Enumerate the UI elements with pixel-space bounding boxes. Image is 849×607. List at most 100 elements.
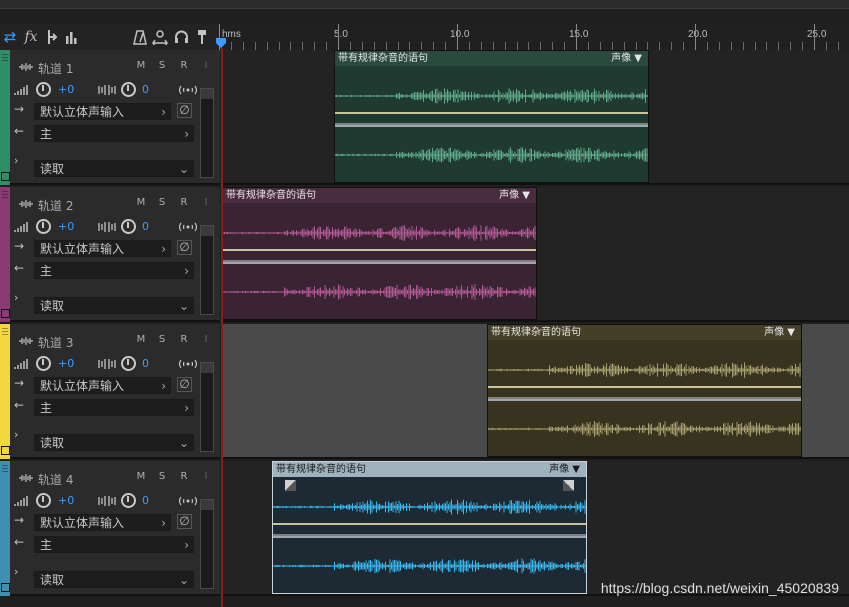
fade-in-handle[interactable]: [285, 480, 296, 491]
volume-knob[interactable]: [36, 493, 51, 508]
record-arm-button[interactable]: R: [178, 197, 190, 208]
input-select[interactable]: 默认立体声输入 ›: [34, 514, 171, 531]
track-name[interactable]: 轨道 1: [38, 60, 73, 77]
track-lane[interactable]: 带有规律杂音的语句 声像 ▼: [222, 461, 849, 596]
track-color-strip[interactable]: [0, 187, 10, 322]
volume-knob[interactable]: [36, 219, 51, 234]
pan-knob[interactable]: [121, 219, 136, 234]
volume-envelope-line[interactable]: [488, 386, 801, 388]
track-name[interactable]: 轨道 2: [38, 197, 73, 214]
audio-clip[interactable]: 带有规律杂音的语句 声像 ▼: [487, 324, 802, 457]
clip-header[interactable]: 带有规律杂音的语句 声像 ▼: [223, 188, 536, 203]
track-lane[interactable]: 带有规律杂音的语句 声像 ▼: [222, 50, 849, 185]
volume-knob[interactable]: [36, 82, 51, 97]
clip-pan-menu[interactable]: 声像 ▼: [611, 51, 642, 66]
volume-envelope-line[interactable]: [335, 112, 648, 114]
loop-icon[interactable]: ⇄: [2, 27, 18, 47]
mute-button[interactable]: M: [135, 334, 147, 345]
volume-value[interactable]: +0: [58, 357, 74, 370]
clip-header[interactable]: 带有规律杂音的语句 声像 ▼: [335, 51, 648, 66]
phase-invert-button[interactable]: ∅: [177, 240, 192, 255]
input-monitor-button[interactable]: I: [200, 334, 212, 345]
track-color-strip[interactable]: [0, 50, 10, 185]
volume-value[interactable]: +0: [58, 494, 74, 507]
pan-knob[interactable]: [121, 356, 136, 371]
pan-envelope-line[interactable]: [488, 399, 801, 401]
meter-icon[interactable]: [64, 27, 80, 47]
volume-envelope-line[interactable]: [273, 523, 586, 525]
track-drag-grip[interactable]: [2, 191, 8, 199]
pan-value[interactable]: 0: [142, 494, 149, 507]
track-color-swatch[interactable]: [1, 172, 10, 181]
clip-pan-menu[interactable]: 声像 ▼: [549, 462, 580, 477]
fade-out-handle[interactable]: [563, 480, 574, 491]
track-color-swatch[interactable]: [1, 583, 10, 592]
pan-value[interactable]: 0: [142, 83, 149, 96]
expand-icon[interactable]: ›: [14, 428, 18, 441]
track-color-strip[interactable]: [0, 461, 10, 596]
solo-button[interactable]: S: [156, 471, 168, 482]
volume-knob[interactable]: [36, 356, 51, 371]
pan-value[interactable]: 0: [142, 357, 149, 370]
track-drag-grip[interactable]: [2, 328, 8, 336]
volume-value[interactable]: +0: [58, 220, 74, 233]
phase-invert-button[interactable]: ∅: [177, 377, 192, 392]
mute-button[interactable]: M: [135, 471, 147, 482]
output-select[interactable]: 主 ›: [34, 399, 194, 416]
input-select[interactable]: 默认立体声输入 ›: [34, 240, 171, 257]
track-name[interactable]: 轨道 3: [38, 334, 73, 351]
pan-value[interactable]: 0: [142, 220, 149, 233]
track-lane[interactable]: 带有规律杂音的语句 声像 ▼: [222, 187, 849, 322]
solo-button[interactable]: S: [156, 197, 168, 208]
clip-header[interactable]: 带有规律杂音的语句 声像 ▼: [488, 325, 801, 340]
playhead-handle[interactable]: [216, 38, 226, 48]
volume-value[interactable]: +0: [58, 83, 74, 96]
pan-knob[interactable]: [121, 493, 136, 508]
mute-button[interactable]: M: [135, 197, 147, 208]
track-name[interactable]: 轨道 4: [38, 471, 73, 488]
input-select[interactable]: 默认立体声输入 ›: [34, 377, 171, 394]
solo-button[interactable]: S: [156, 60, 168, 71]
pin-icon[interactable]: [195, 27, 209, 47]
output-select[interactable]: 主 ›: [34, 262, 194, 279]
input-monitor-button[interactable]: I: [200, 471, 212, 482]
routing-icon[interactable]: [44, 27, 60, 47]
audio-clip[interactable]: 带有规律杂音的语句 声像 ▼: [222, 187, 537, 320]
output-select[interactable]: 主 ›: [34, 536, 194, 553]
pan-envelope-line[interactable]: [223, 262, 536, 264]
automation-mode-select[interactable]: 读取 ⌄: [34, 297, 194, 314]
clip-pan-menu[interactable]: 声像 ▼: [764, 325, 795, 340]
pan-envelope-line[interactable]: [273, 536, 586, 538]
fx-icon[interactable]: fx: [22, 27, 40, 47]
track-color-swatch[interactable]: [1, 446, 10, 455]
pan-envelope-line[interactable]: [335, 125, 648, 127]
time-ruler[interactable]: hms 5.0 10.0 15.0 20.0 25.0: [219, 24, 849, 51]
phase-invert-button[interactable]: ∅: [177, 514, 192, 529]
record-arm-button[interactable]: R: [178, 60, 190, 71]
expand-icon[interactable]: ›: [14, 154, 18, 167]
audio-clip[interactable]: 带有规律杂音的语句 声像 ▼: [334, 50, 649, 183]
metronome-icon[interactable]: [132, 27, 148, 47]
track-color-strip[interactable]: [0, 324, 10, 459]
mute-button[interactable]: M: [135, 60, 147, 71]
volume-envelope-line[interactable]: [223, 249, 536, 251]
input-monitor-button[interactable]: I: [200, 197, 212, 208]
phase-invert-button[interactable]: ∅: [177, 103, 192, 118]
expand-icon[interactable]: ›: [14, 565, 18, 578]
solo-button[interactable]: S: [156, 334, 168, 345]
automation-mode-select[interactable]: 读取 ⌄: [34, 434, 194, 451]
track-drag-grip[interactable]: [2, 54, 8, 62]
clip-header[interactable]: 带有规律杂音的语句 声像 ▼: [273, 462, 586, 477]
record-arm-button[interactable]: R: [178, 471, 190, 482]
playhead-line[interactable]: [221, 48, 223, 607]
automation-mode-select[interactable]: 读取 ⌄: [34, 571, 194, 588]
clip-pan-menu[interactable]: 声像 ▼: [499, 188, 530, 203]
pan-knob[interactable]: [121, 82, 136, 97]
track-lane[interactable]: 带有规律杂音的语句 声像 ▼: [222, 324, 849, 459]
input-monitor-button[interactable]: I: [200, 60, 212, 71]
expand-icon[interactable]: ›: [14, 291, 18, 304]
record-arm-button[interactable]: R: [178, 334, 190, 345]
track-color-swatch[interactable]: [1, 309, 10, 318]
automation-mode-select[interactable]: 读取 ⌄: [34, 160, 194, 177]
track-drag-grip[interactable]: [2, 465, 8, 473]
